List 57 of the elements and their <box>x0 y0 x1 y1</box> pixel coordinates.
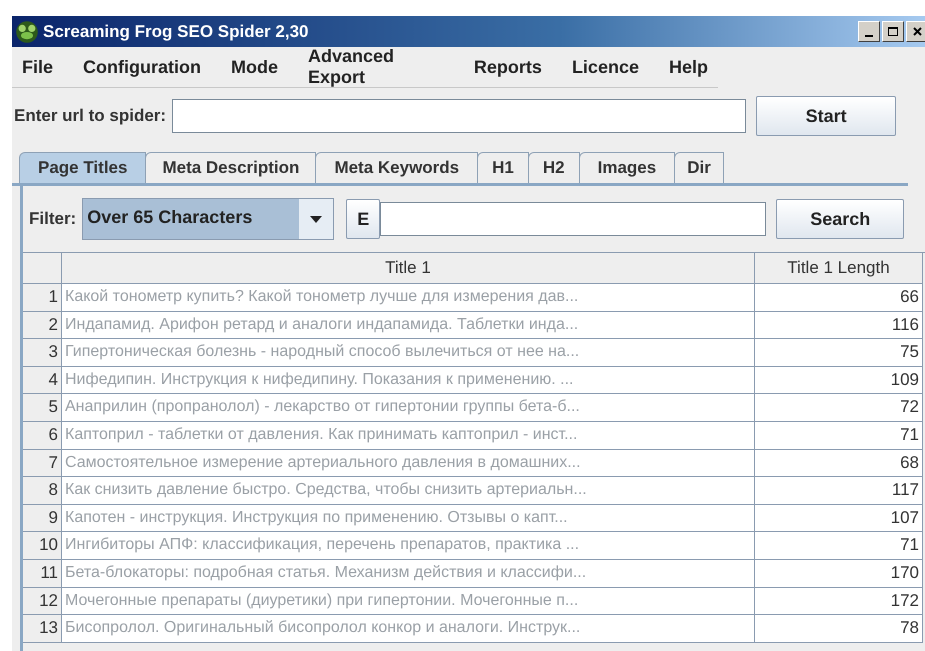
table-cell: 72 <box>755 394 923 422</box>
table-cell: Каптоприл - таблетки от давления. Как принимать каптоприл - инст... <box>62 422 755 450</box>
window-title: Screaming Frog SEO Spider 2,30 <box>43 22 310 42</box>
table-cell: Ингибиторы АПФ: классификация, перечень препаратов, практика ... <box>62 532 755 560</box>
table-cell: Самостоятельное измерение артериального давления в домашних... <box>62 450 755 478</box>
menu-item[interactable]: Configuration <box>83 56 201 78</box>
menu-item[interactable]: Reports <box>474 56 542 78</box>
search-button[interactable]: Search <box>776 199 904 239</box>
table-cell: Индапамид. Арифон ретард и аналоги индапамида. Таблетки инда... <box>62 312 755 340</box>
row-number: 4 <box>23 366 62 394</box>
row-number: 6 <box>23 422 62 450</box>
filter-dropdown[interactable]: Over 65 Characters <box>82 198 334 240</box>
table-cell: 71 <box>755 532 923 560</box>
table-cell: 117 <box>755 477 923 505</box>
table-cell: 107 <box>755 504 923 532</box>
row-number: 13 <box>23 615 62 643</box>
table-cell: Гипертоническая болезнь - народный способ вылечиться от нее на... <box>62 339 755 367</box>
row-number: 9 <box>23 504 62 532</box>
menu-item[interactable]: Help <box>668 56 708 78</box>
menu-item[interactable]: Mode <box>231 56 278 78</box>
menu-item[interactable]: Advanced Export <box>308 46 444 88</box>
table-cell: 170 <box>755 560 923 588</box>
export-button[interactable]: E <box>346 199 380 239</box>
column-header[interactable]: Title 1 <box>62 253 755 284</box>
table-cell: 68 <box>755 450 923 478</box>
table-cell: 75 <box>755 339 923 367</box>
row-number: 7 <box>23 450 62 478</box>
row-number: 5 <box>23 394 62 422</box>
row-number: 2 <box>23 312 62 340</box>
tab[interactable]: Dir <box>674 152 724 183</box>
row-number: 8 <box>23 477 62 505</box>
table-cell: Бета-блокаторы: подробная статья. Механизм действия и классифи... <box>62 560 755 588</box>
url-label: Enter url to spider: <box>14 106 166 126</box>
table-cell: Мочегонные препараты (диуретики) при гипертонии. Мочегонные п... <box>62 588 755 616</box>
row-number: 1 <box>23 284 62 312</box>
filter-label: Filter: <box>29 209 76 229</box>
table-cell: Какой тонометр купить? Какой тонометр лучше для измерения дав... <box>62 284 755 312</box>
table-cell: 109 <box>755 366 923 394</box>
table-cell: 71 <box>755 422 923 450</box>
table-cell: 116 <box>755 312 923 340</box>
table-cell: 172 <box>755 588 923 616</box>
row-number: 3 <box>23 339 62 367</box>
row-number: 10 <box>23 532 62 560</box>
menu-item[interactable]: File <box>22 56 54 78</box>
table-cell: 78 <box>755 615 923 643</box>
table-cell: 66 <box>755 284 923 312</box>
table-cell: Нифедипин. Инструкция к нифедипину. Показания к применению. ... <box>62 366 755 394</box>
row-number: 11 <box>23 560 62 588</box>
table-cell: Бисопролол. Оригинальный бисопролол конкор и аналоги. Инструк... <box>62 615 755 643</box>
menu-item[interactable]: Licence <box>572 56 639 78</box>
table-cell: Анаприлин (пропранолол) - лекарство от гипертонии группы бета-б... <box>62 394 755 422</box>
tab[interactable]: Page Titles <box>19 152 146 183</box>
table-cell: Как снизить давление быстро. Средства, чтобы снизить артериальн... <box>62 477 755 505</box>
start-button[interactable]: Start <box>756 96 896 136</box>
table-cell: Капотен - инструкция. Инструкция по применению. Отзывы о капт... <box>62 504 755 532</box>
column-header[interactable]: Title 1 Length <box>755 253 923 284</box>
row-number: 12 <box>23 588 62 616</box>
